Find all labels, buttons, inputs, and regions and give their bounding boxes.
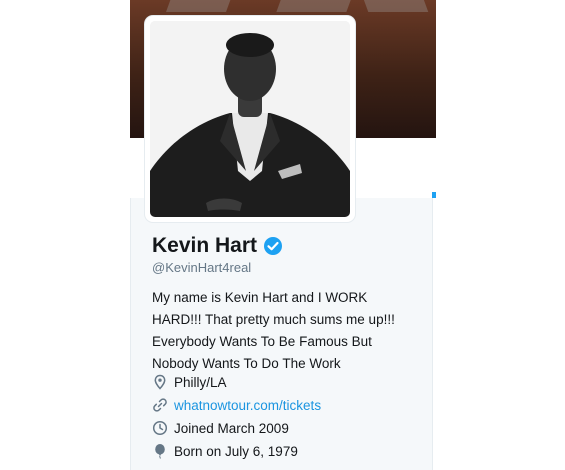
profile-bio: My name is Kevin Hart and I WORK HARD!!!…	[152, 287, 422, 375]
verified-badge-icon	[264, 237, 283, 255]
profile-name[interactable]: Kevin Hart	[152, 234, 257, 258]
location-pin-icon	[154, 374, 166, 390]
profile-joined-date: Joined March 2009	[152, 418, 422, 438]
link-icon	[153, 398, 167, 412]
avatar[interactable]	[150, 21, 350, 217]
profile-handle[interactable]: @KevinHart4real	[152, 260, 251, 275]
profile-location: Philly/LA	[152, 372, 422, 392]
bio-line: My name is Kevin Hart and I WORK	[152, 290, 368, 305]
bio-line: Everybody Wants To Be Famous But	[152, 334, 372, 349]
banner-letter-shape	[165, 0, 235, 12]
avatar-frame[interactable]	[145, 16, 355, 222]
profile-name-row: Kevin Hart	[152, 234, 283, 258]
birthday-text: Born on July 6, 1979	[174, 443, 298, 459]
avatar-photo	[150, 21, 350, 217]
banner-letter-shape	[276, 0, 354, 12]
bio-line: HARD!!! That pretty much sums me up!!!	[152, 312, 395, 327]
banner-letter-shape	[361, 0, 429, 12]
profile-birthday: Born on July 6, 1979	[152, 441, 422, 461]
calendar-clock-icon	[152, 420, 168, 436]
website-link[interactable]: whatnowtour.com/tickets	[174, 398, 321, 413]
balloon-icon	[155, 444, 165, 459]
profile-website[interactable]: whatnowtour.com/tickets	[152, 395, 422, 415]
location-text: Philly/LA	[174, 374, 227, 390]
joined-text: Joined March 2009	[174, 420, 289, 436]
